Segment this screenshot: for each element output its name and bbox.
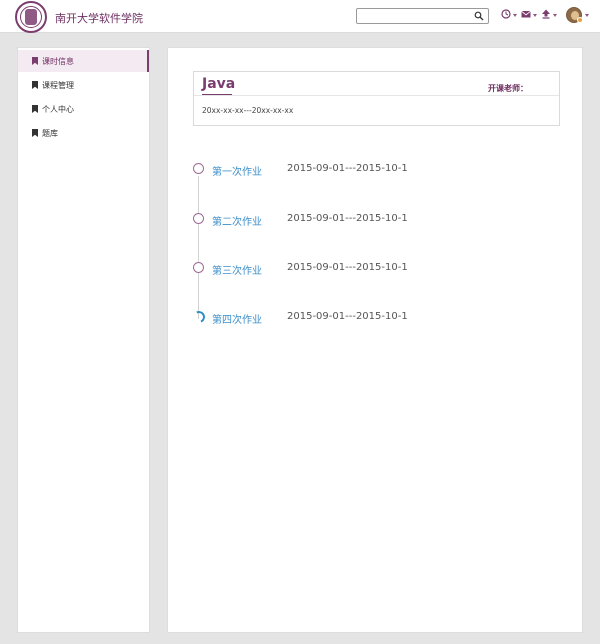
main-panel: Java 开课老师： 20xx-xx-xx---20xx-xx-xx 第一次作业… [167, 47, 583, 633]
bookmark-icon [32, 105, 38, 113]
sidebar-item-label: 题库 [42, 129, 58, 138]
chevron-down-icon [533, 14, 537, 17]
mail-menu[interactable] [521, 9, 537, 21]
sidebar: 课时信息 课程管理 个人中心 题库 [17, 47, 150, 633]
assignment-date: 2015-09-01---2015-10-1 [287, 262, 408, 273]
sidebar-item-label: 课时信息 [42, 57, 74, 66]
search-box[interactable] [356, 8, 489, 24]
bookmark-icon [32, 57, 38, 65]
assignment-link[interactable]: 第三次作业 [212, 262, 262, 277]
sidebar-item-label: 课程管理 [42, 81, 74, 90]
timeline-circle-icon [193, 262, 204, 273]
status-badge [577, 17, 583, 23]
assignment-link[interactable]: 第一次作业 [212, 163, 262, 178]
bookmark-icon [32, 81, 38, 89]
chevron-down-icon[interactable] [585, 14, 589, 17]
assignment-link[interactable]: 第四次作业 [212, 311, 262, 326]
top-header: 南开大学软件学院 [0, 0, 600, 33]
chevron-down-icon [553, 14, 557, 17]
chevron-down-icon [513, 14, 517, 17]
sidebar-item-personal-center[interactable]: 个人中心 [18, 98, 149, 120]
sidebar-item-question-bank[interactable]: 题库 [18, 122, 149, 144]
sidebar-item-course-management[interactable]: 课程管理 [18, 74, 149, 96]
school-name[interactable]: 南开大学软件学院 [55, 10, 143, 26]
upload-icon [542, 9, 550, 19]
timeline-item[interactable]: 第一次作业 2015-09-01---2015-10-1 [193, 161, 553, 178]
course-title: Java [202, 76, 236, 92]
timeline-circle-icon [193, 163, 204, 174]
search-icon[interactable] [474, 11, 484, 21]
timeline-circle-icon [193, 213, 204, 224]
course-card: Java 开课老师： 20xx-xx-xx---20xx-xx-xx [193, 71, 560, 126]
clock-icon [501, 9, 511, 19]
timeline-item[interactable]: 第二次作业 2015-09-01---2015-10-1 [193, 211, 553, 228]
logo-emblem [25, 9, 37, 25]
assignment-link[interactable]: 第二次作业 [212, 213, 262, 228]
timeline-item[interactable]: 第四次作业 2015-09-01---2015-10-1 [191, 309, 553, 326]
timeline-line [198, 176, 199, 319]
assignment-date: 2015-09-01---2015-10-1 [287, 311, 408, 322]
sidebar-item-class-info[interactable]: 课时信息 [18, 50, 149, 72]
upload-menu[interactable] [541, 9, 557, 21]
loading-spinner-icon [191, 309, 207, 325]
assignment-date: 2015-09-01---2015-10-1 [287, 213, 408, 224]
teacher-label: 开课老师： [488, 84, 528, 93]
school-logo-icon[interactable] [15, 1, 47, 33]
course-dates: 20xx-xx-xx---20xx-xx-xx [202, 106, 294, 115]
assignment-date: 2015-09-01---2015-10-1 [287, 163, 408, 174]
mail-icon [521, 10, 531, 18]
search-input[interactable] [357, 9, 472, 23]
clock-menu[interactable] [501, 9, 517, 21]
divider [194, 95, 559, 96]
bookmark-icon [32, 129, 38, 137]
timeline-item[interactable]: 第三次作业 2015-09-01---2015-10-1 [193, 260, 553, 277]
sidebar-item-label: 个人中心 [42, 105, 74, 114]
